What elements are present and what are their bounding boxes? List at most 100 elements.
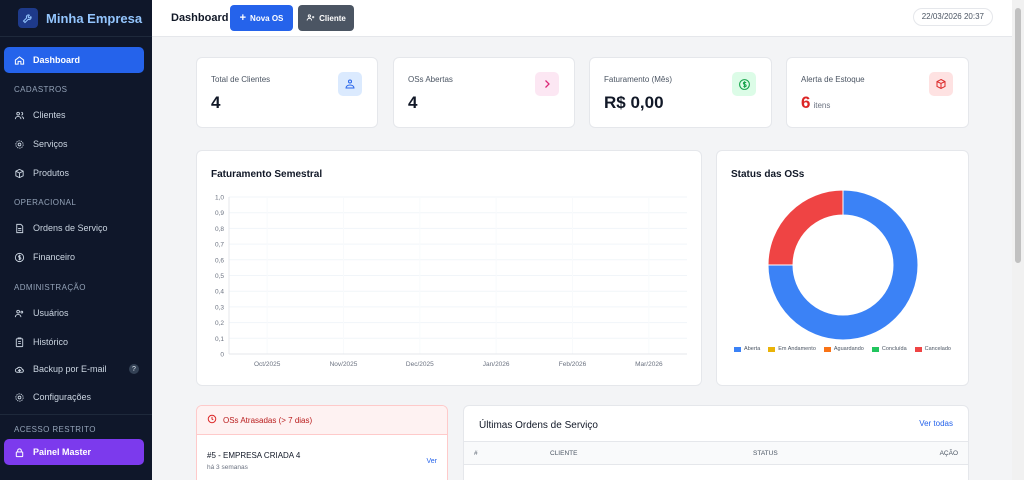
- sidebar-item-financeiro[interactable]: Financeiro: [4, 244, 144, 270]
- section-cadastros: CADASTROS: [14, 85, 68, 94]
- legend-label: Em Andamento: [778, 346, 816, 352]
- recent-orders-table-header: # CLIENTE STATUS AÇÃO: [464, 441, 968, 465]
- new-os-label: Nova OS: [250, 13, 284, 23]
- y-tick-label: 0,6: [215, 257, 224, 264]
- column-header-status: STATUS: [753, 450, 778, 457]
- sidebar-item-label: Produtos: [33, 168, 70, 178]
- overdue-view-link[interactable]: Ver: [426, 458, 437, 465]
- sidebar-item-clientes[interactable]: Clientes: [4, 102, 144, 128]
- section-acesso: ACESSO RESTRITO: [14, 425, 96, 434]
- y-tick-label: 0,1: [215, 336, 224, 343]
- sidebar-item-dashboard[interactable]: Dashboard: [4, 47, 144, 73]
- stat-value: 4: [211, 93, 221, 112]
- gear-icon: [14, 139, 25, 150]
- status-chart-card: Status das OSs Aberta Em Andamento Aguarda…: [716, 150, 969, 386]
- lock-icon: [14, 447, 25, 458]
- legend-label: Cancelado: [924, 346, 951, 352]
- legend-item[interactable]: Concluída: [871, 346, 907, 352]
- dollar-icon: [14, 252, 25, 263]
- legend-swatch: [768, 346, 776, 352]
- new-os-button[interactable]: + Nova OS: [230, 5, 293, 31]
- legend-item[interactable]: Em Andamento: [768, 346, 816, 352]
- stat-card-revenue: Faturamento (Mês) R$ 0,00: [589, 57, 772, 128]
- x-tick-label: Nov/2025: [330, 361, 358, 368]
- y-tick-label: 0,7: [215, 242, 224, 249]
- y-tick-label: 0,9: [215, 210, 224, 217]
- overdue-panel: OSs Atrasadas (> 7 dias) #5 - EMPRESA CR…: [196, 405, 448, 480]
- section-operacional: OPERACIONAL: [14, 198, 77, 207]
- legend-swatch: [823, 346, 831, 352]
- cloud-upload-icon: [14, 364, 25, 375]
- sidebar-item-servicos[interactable]: Serviços: [4, 131, 144, 157]
- box-icon: [14, 168, 25, 179]
- sidebar-item-ordens[interactable]: Ordens de Serviço: [4, 215, 144, 241]
- sidebar-item-label: Backup por E-mail: [33, 364, 107, 374]
- header: Dashboard + Nova OS Cliente 22/03/2026 2…: [152, 0, 1012, 37]
- legend-item[interactable]: Aberta: [734, 346, 760, 352]
- x-tick-label: Mar/2026: [635, 361, 663, 368]
- stat-card-clients: Total de Clientes 4: [196, 57, 378, 128]
- y-tick-label: 0,8: [215, 226, 224, 233]
- column-header-action: AÇÃO: [939, 450, 958, 457]
- y-tick-label: 1,0: [215, 195, 224, 202]
- page-title: Dashboard: [171, 12, 229, 24]
- y-tick-label: 0: [220, 352, 224, 359]
- overdue-item-title: #5 - EMPRESA CRIADA 4: [207, 451, 301, 460]
- clock-icon: [207, 414, 217, 426]
- recent-orders-panel: Últimas Ordens de Serviço Ver todas # CL…: [463, 405, 969, 480]
- datetime-badge: 22/03/2026 20:37: [912, 8, 993, 26]
- sidebar-item-produtos[interactable]: Produtos: [4, 160, 144, 186]
- overdue-item-time: há 3 semanas: [207, 464, 248, 471]
- x-tick-label: Jan/2026: [483, 361, 510, 368]
- help-icon[interactable]: ?: [129, 364, 139, 374]
- column-header-number: #: [474, 450, 478, 457]
- dollar-icon: [732, 72, 756, 96]
- legend-item[interactable]: Aguardando: [823, 346, 864, 352]
- document-icon: [14, 223, 25, 234]
- new-client-button[interactable]: Cliente: [298, 5, 354, 31]
- view-all-link[interactable]: Ver todas: [919, 419, 953, 428]
- stock-unit: itens: [813, 101, 831, 110]
- y-tick-label: 0,3: [215, 304, 224, 311]
- new-client-label: Cliente: [319, 13, 346, 23]
- sidebar-item-master[interactable]: Painel Master: [4, 439, 144, 465]
- brand-name: Minha Empresa: [46, 10, 143, 26]
- settings-icon: [14, 392, 25, 403]
- scrollbar-thumb[interactable]: [1015, 8, 1021, 263]
- status-legend: Aberta Em Andamento Aguardando Concluída Can…: [717, 346, 968, 352]
- sidebar-item-label: Usuários: [33, 308, 69, 318]
- overdue-title: OSs Atrasadas (> 7 dias): [223, 415, 313, 425]
- sidebar-item-usuarios[interactable]: Usuários: [4, 300, 144, 326]
- stock-count: 6: [801, 93, 811, 112]
- stat-value: 6 itens: [801, 93, 830, 113]
- stat-label: OSs Abertas: [408, 75, 453, 84]
- sidebar-item-label: Ordens de Serviço: [33, 223, 108, 233]
- donut-slice: [767, 189, 844, 266]
- overdue-header: OSs Atrasadas (> 7 dias): [197, 406, 447, 435]
- x-tick-label: Dec/2025: [406, 361, 434, 368]
- sidebar-item-backup[interactable]: Backup por E-mail ?: [4, 356, 144, 382]
- user-group-icon: [14, 308, 25, 319]
- legend-swatch: [734, 346, 742, 352]
- x-tick-label: Feb/2026: [559, 361, 587, 368]
- plus-icon: +: [239, 12, 247, 24]
- stat-value: R$ 0,00: [604, 93, 664, 112]
- recent-orders-title: Últimas Ordens de Serviço: [479, 420, 598, 431]
- sidebar-item-label: Serviços: [33, 139, 68, 149]
- stat-label: Faturamento (Mês): [604, 75, 673, 84]
- section-administracao: ADMINISTRAÇÃO: [14, 283, 86, 292]
- revenue-chart: 1,0 0,9 0,8 0,7 0,6 0,5 0,4 0,3 0,2 0,1 0 Oct/2025 N…: [215, 195, 687, 368]
- sidebar-item-label: Configurações: [33, 392, 92, 402]
- wrench-icon: [18, 8, 38, 28]
- legend-item[interactable]: Cancelado: [914, 346, 951, 352]
- brand[interactable]: Minha Empresa: [0, 0, 152, 37]
- sidebar-item-label: Dashboard: [33, 55, 81, 65]
- stat-card-stock: Alerta de Estoque 6 itens: [786, 57, 969, 128]
- page-scrollbar[interactable]: [1012, 0, 1024, 480]
- package-icon: [929, 72, 953, 96]
- sidebar-item-configuracoes[interactable]: Configurações: [4, 384, 144, 410]
- legend-label: Aguardando: [833, 346, 864, 352]
- sidebar-item-label: Financeiro: [33, 252, 76, 262]
- sidebar-item-historico[interactable]: Histórico: [4, 329, 144, 355]
- sidebar-item-label: Histórico: [33, 337, 69, 347]
